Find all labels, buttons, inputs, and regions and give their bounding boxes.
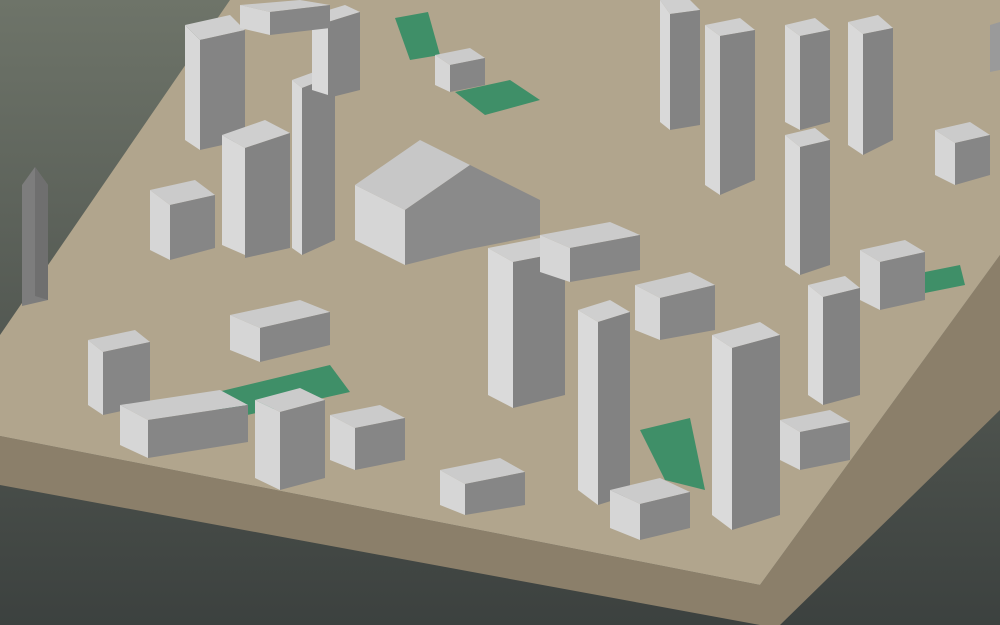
- building-mid-1: [150, 180, 215, 260]
- building-spire: [22, 167, 48, 306]
- building-tower-d: [785, 128, 830, 275]
- building-mid-15: [780, 410, 850, 470]
- building-tower-c: [712, 322, 780, 530]
- building-mid-6: [330, 405, 405, 470]
- building-mid-3: [255, 388, 325, 490]
- building-tower-b: [578, 300, 630, 505]
- building-tall-9: [990, 22, 1000, 72]
- building-tall-8: [848, 15, 893, 155]
- building-tall-2: [222, 120, 290, 258]
- building-tall-7: [785, 18, 830, 130]
- city-model-scene: [0, 0, 1000, 625]
- building-mid-11: [610, 478, 690, 540]
- building-mid-12: [435, 48, 485, 92]
- building-tall-5: [660, 0, 700, 130]
- building-tall-1: [185, 15, 245, 150]
- building-tall-6: [705, 18, 755, 195]
- building-mid-8: [635, 272, 715, 340]
- building-tower-e: [808, 276, 860, 405]
- building-mid-10: [935, 122, 990, 185]
- building-mid-9: [860, 240, 925, 310]
